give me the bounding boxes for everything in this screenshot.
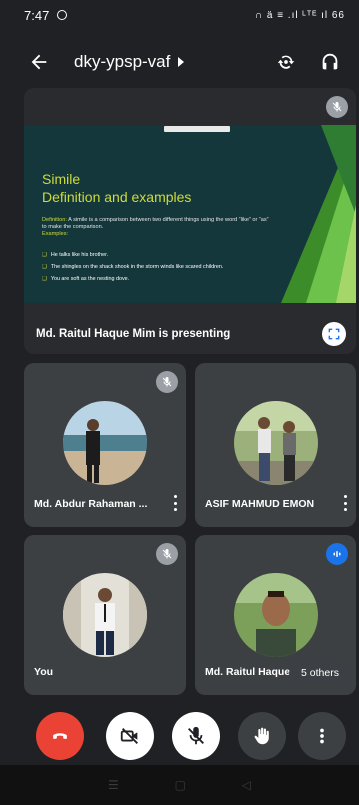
headphones-icon[interactable] (319, 51, 341, 73)
participant-name: Md. Abdur Rahaman ... (34, 498, 148, 510)
fullscreen-button[interactable] (322, 322, 346, 346)
back-arrow-icon[interactable] (28, 51, 50, 73)
participant-tile[interactable]: Md. Abdur Rahaman ... (24, 363, 186, 527)
presentation-tile[interactable]: Simile Definition and examples Definitio… (24, 88, 356, 354)
participant-name: ASIF MAHMUD EMON (205, 498, 315, 510)
speaking-indicator-icon (326, 543, 348, 565)
hand-icon (254, 727, 269, 745)
hang-up-icon (53, 733, 67, 739)
status-bar: 7:47 ∩ ä ≡ .ıl ᴸᵀᴱ ıl 66 (0, 0, 359, 30)
presenting-label: Md. Raitul Haque Mim is presenting (36, 328, 231, 340)
camera-off-icon (120, 728, 138, 744)
mic-off-icon (188, 726, 204, 745)
more-options-icon[interactable] (342, 495, 348, 511)
camera-toggle-button[interactable] (106, 712, 154, 760)
switch-camera-icon[interactable] (275, 51, 297, 73)
system-nav-bar: ☰ ▢ ◁ (0, 765, 359, 805)
avatar (63, 573, 147, 657)
participant-name: Md. Raitul Haque (205, 666, 291, 678)
mic-toggle-button[interactable] (172, 712, 220, 760)
slide-examples: ❑ He talks like his brother. ❑ The shingle… (42, 252, 224, 282)
more-vert-icon (320, 728, 324, 744)
call-controls (0, 712, 359, 762)
others-chip[interactable]: 5 others (289, 662, 351, 684)
slide-toolbar (164, 126, 230, 132)
end-call-button[interactable] (36, 712, 84, 760)
avatar (63, 401, 147, 485)
slide-subtitle: Definition and examples (42, 189, 192, 205)
participant-name: You (34, 666, 54, 678)
slide-decoration (281, 125, 356, 303)
shared-slide: Simile Definition and examples Definitio… (24, 125, 356, 303)
status-icons: ∩ ä ≡ .ıl ᴸᵀᴱ ıl 66 (254, 9, 345, 21)
mic-off-icon (326, 96, 348, 118)
mic-off-icon (156, 543, 178, 565)
participant-tile[interactable]: You (24, 535, 186, 695)
more-options-button[interactable] (298, 712, 346, 760)
fullscreen-icon (328, 328, 340, 340)
avatar (234, 401, 318, 485)
participant-tile[interactable]: ASIF MAHMUD EMON (195, 363, 356, 527)
status-time: 7:47 (24, 7, 50, 23)
raise-hand-button[interactable] (238, 712, 286, 760)
meeting-code[interactable]: dky-ypsp-vaf (74, 52, 170, 72)
slide-title: Simile (42, 171, 81, 187)
more-options-icon[interactable] (172, 495, 178, 511)
caret-right-icon[interactable] (178, 57, 185, 67)
recents-nav-icon[interactable]: ☰ (108, 778, 119, 792)
notification-icon (57, 10, 68, 20)
mic-off-icon (156, 371, 178, 393)
home-nav-icon[interactable]: ▢ (175, 778, 186, 792)
top-bar: dky-ypsp-vaf (0, 42, 359, 82)
slide-definition: Definition: A simile is a comparison bet… (42, 217, 269, 237)
avatar (234, 573, 318, 657)
back-nav-icon[interactable]: ◁ (242, 778, 251, 792)
